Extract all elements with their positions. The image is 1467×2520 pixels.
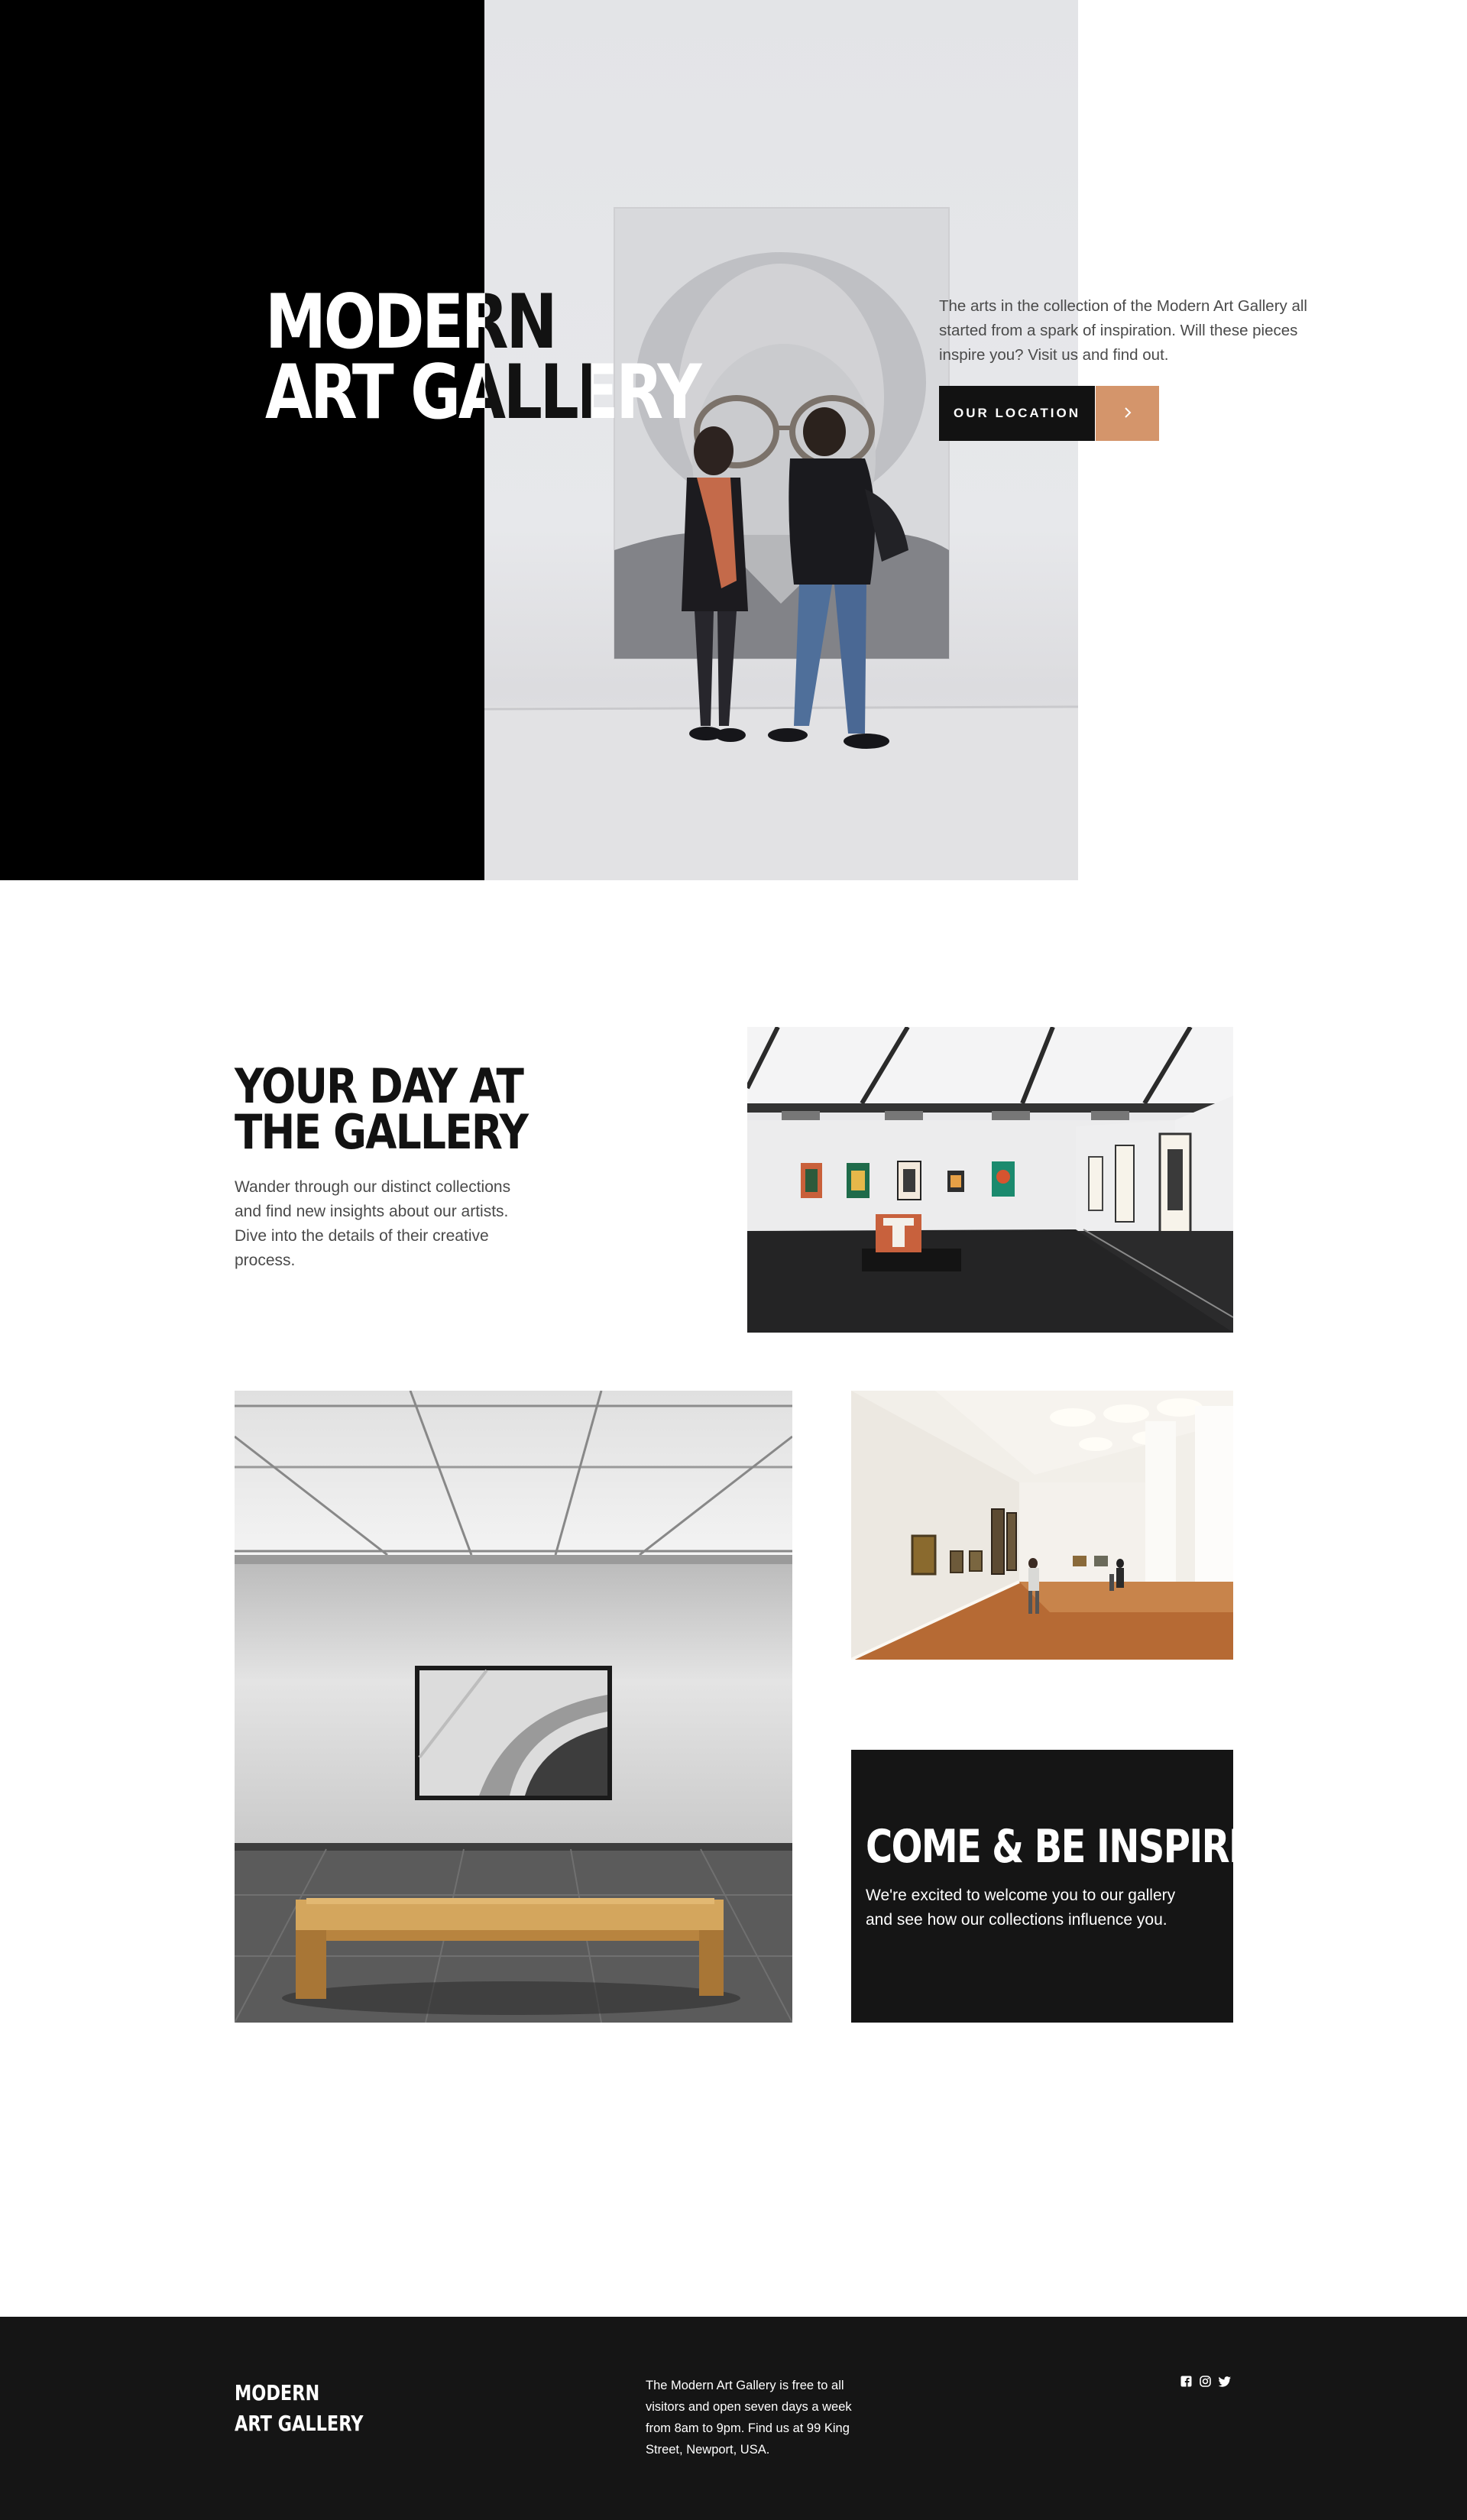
our-location-button[interactable]: Our Location bbox=[939, 386, 1095, 441]
footer-logo[interactable]: Modern Art Gallery bbox=[235, 2378, 364, 2439]
inspired-card: Come & Be Inspired We're excited to welc… bbox=[851, 1750, 1283, 2023]
bench-gallery-image bbox=[235, 1391, 792, 2023]
section-description: Wander through our distinct collections … bbox=[235, 1178, 511, 1269]
footer-logo-line-2: Art Gallery bbox=[235, 2411, 364, 2436]
inspired-title: Come & Be Inspired bbox=[866, 1820, 1283, 1874]
footer-info: The Modern Art Gallery is free to all vi… bbox=[646, 2379, 852, 2457]
section-title: Your Day at the Gallery bbox=[235, 1058, 529, 1160]
chevron-right-icon bbox=[1123, 407, 1132, 421]
twitter-icon[interactable] bbox=[1218, 2375, 1231, 2388]
social-links bbox=[1180, 2375, 1231, 2388]
footer: Modern Art Gallery The Modern Art Galler… bbox=[0, 2317, 1467, 2520]
hero-black-panel bbox=[0, 0, 484, 880]
footer-logo-line-1: Modern bbox=[235, 2380, 320, 2405]
location-arrow-button[interactable] bbox=[1096, 386, 1159, 441]
hallway-gallery-image bbox=[851, 1391, 1233, 1660]
inspired-description: We're excited to welcome you to our gall… bbox=[866, 1887, 1176, 1929]
hero-description: The arts in the collection of the Modern… bbox=[939, 297, 1307, 364]
gallery-room-image bbox=[747, 1027, 1233, 1333]
instagram-icon[interactable] bbox=[1199, 2375, 1212, 2388]
facebook-icon[interactable] bbox=[1180, 2375, 1193, 2388]
